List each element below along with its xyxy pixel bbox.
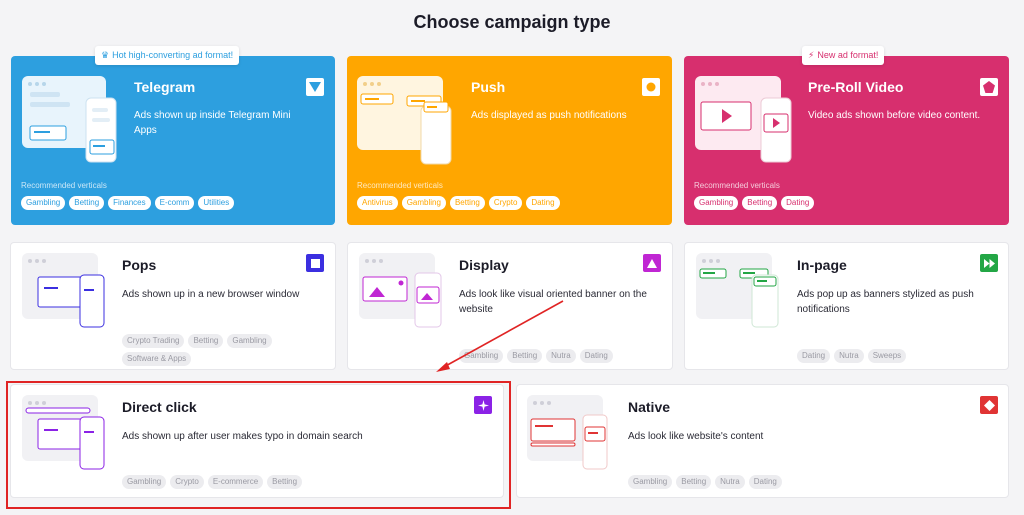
tag: Dating [781,196,815,210]
push-illustration [357,76,452,165]
tag: Betting [69,196,105,210]
badge-text: Hot high-converting ad format! [112,50,234,60]
tag: Utilities [198,196,235,210]
triangle-icon [643,254,661,272]
tag: Dating [797,349,831,363]
vertical-tags: Dating Nutra Sweeps [797,349,997,363]
tag: Antivirus [357,196,398,210]
crown-icon: ♛ [101,50,110,60]
vertical-tags: Gambling Betting Nutra Dating [459,349,659,363]
vertical-tags: Crypto Trading Betting Gambling Software… [122,334,322,366]
card-description: Ads look like website's content [628,431,764,442]
tag: Betting [188,334,224,348]
tag: E-comm [154,196,195,210]
card-title: Push [471,79,506,95]
tag: Gambling [122,475,167,489]
tag: E-commerce [207,475,264,489]
recommended-verticals-label: Recommended verticals [21,181,107,190]
recommended-verticals-label: Recommended verticals [694,181,780,190]
card-title: In-page [797,257,847,273]
vertical-tags: Gambling Betting Dating [694,196,994,210]
campaign-card-preroll-video[interactable]: Pre-Roll Video Video ads shown before vi… [684,56,1009,225]
card-title: Pops [122,257,157,273]
display-illustration [359,253,442,328]
tag: Gambling [401,196,446,210]
pops-illustration [22,253,105,328]
campaign-card-pops[interactable]: Pops Ads shown up in a new browser windo… [10,242,336,370]
card-description: Ads shown up in a new browser window [122,289,300,300]
tag: Nutra [715,475,745,489]
tag: Gambling [694,196,739,210]
tag: Dating [579,349,613,363]
card-title: Telegram [134,79,196,95]
tag: Crypto [170,475,204,489]
tag: Betting [742,196,778,210]
tag: Betting [507,349,543,363]
fast-forward-icon [980,254,998,272]
lightning-icon: ⚡ [808,50,815,60]
vertical-tags: Gambling Crypto E-commerce Betting [122,475,452,489]
tag: Dating [526,196,560,210]
diamond-icon [980,396,998,414]
campaign-card-native[interactable]: Native Ads look like website's content G… [516,384,1009,498]
telegram-illustration [22,76,117,163]
preroll-illustration [695,76,792,163]
tag: Sweeps [867,349,907,363]
vertical-tags: Antivirus Gambling Betting Crypto Dating [357,196,657,210]
card-description: Ads displayed as push notifications [471,110,627,121]
campaign-card-in-page[interactable]: In-page Ads pop up as banners stylized a… [684,242,1009,370]
tag: Betting [449,196,485,210]
pentagon-icon [980,78,998,96]
tag: Betting [267,475,303,489]
tag: Betting [676,475,712,489]
card-description: Video ads shown before video content. [808,110,981,121]
square-icon [306,254,324,272]
tag: Gambling [628,475,673,489]
tag: Software & Apps [122,352,192,366]
recommended-verticals-label: Recommended verticals [357,181,443,190]
sparkle-icon [474,396,492,414]
hot-format-badge: ♛ Hot high-converting ad format! [95,46,240,65]
native-illustration [527,395,608,470]
tag: Nutra [834,349,864,363]
tag: Gambling [21,196,66,210]
in-page-illustration [696,253,779,328]
badge-text: New ad format! [817,50,879,60]
campaign-card-direct-click[interactable]: Direct click Ads shown up after user mak… [10,384,504,498]
tag: Gambling [227,334,272,348]
vertical-tags: Gambling Betting Finances E-comm Utiliti… [21,196,321,210]
push-circle-icon [642,78,660,96]
tag: Finances [108,196,151,210]
card-title: Direct click [122,399,197,415]
campaign-type-page: Choose campaign type ♛ Hot high-convertin… [0,0,1024,515]
campaign-card-telegram[interactable]: Telegram Ads shown up inside Telegram Mi… [11,56,335,225]
card-description: Ads pop up as banners stylized as push n… [797,289,974,315]
card-description: Ads look like visual oriented banner on … [459,289,647,315]
card-title: Display [459,257,509,273]
campaign-card-push[interactable]: Push Ads displayed as push notifications… [347,56,672,225]
card-title: Pre-Roll Video [808,79,904,95]
tag: Dating [748,475,782,489]
telegram-triangle-icon [306,78,324,96]
new-format-badge: ⚡ New ad format! [802,46,885,65]
tag: Crypto Trading [122,334,185,348]
tag: Gambling [459,349,504,363]
tag: Crypto [488,196,523,210]
card-description: Ads shown up inside Telegram Mini Apps [134,110,291,136]
card-title: Native [628,399,671,415]
direct-click-illustration [22,395,105,470]
card-description: Ads shown up after user makes typo in do… [122,431,363,442]
page-title: Choose campaign type [413,12,611,32]
vertical-tags: Gambling Betting Nutra Dating [628,475,928,489]
tag: Nutra [546,349,576,363]
campaign-card-display[interactable]: Display Ads look like visual oriented ba… [347,242,673,370]
